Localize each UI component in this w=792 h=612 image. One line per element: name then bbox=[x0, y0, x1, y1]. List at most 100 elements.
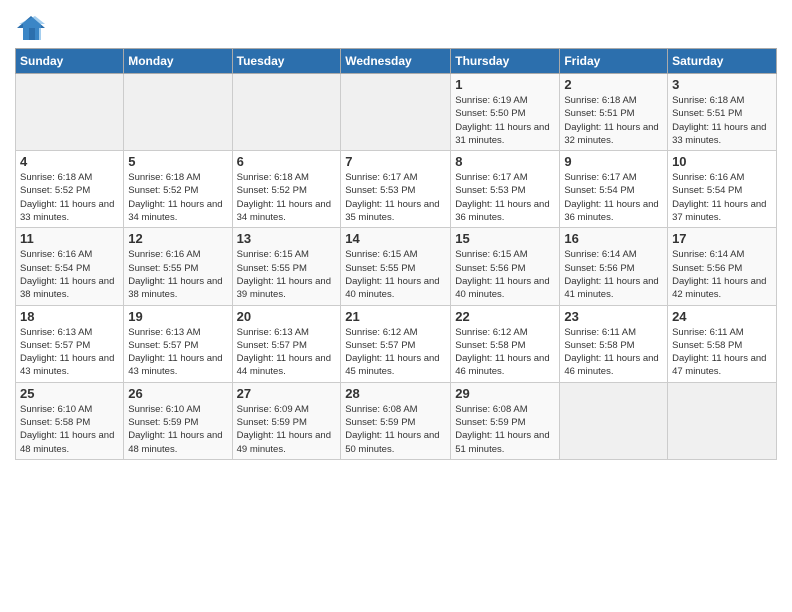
day-cell: 3 Sunrise: 6:18 AM Sunset: 5:51 PM Daylig… bbox=[668, 74, 777, 151]
day-number: 20 bbox=[237, 309, 337, 324]
week-row-1: 1 Sunrise: 6:19 AM Sunset: 5:50 PM Daylig… bbox=[16, 74, 777, 151]
day-info: Sunrise: 6:17 AM Sunset: 5:54 PM Dayligh… bbox=[564, 171, 663, 224]
day-info: Sunrise: 6:14 AM Sunset: 5:56 PM Dayligh… bbox=[564, 248, 663, 301]
day-cell: 9 Sunrise: 6:17 AM Sunset: 5:54 PM Daylig… bbox=[560, 151, 668, 228]
day-header-wednesday: Wednesday bbox=[341, 49, 451, 74]
day-header-friday: Friday bbox=[560, 49, 668, 74]
day-info: Sunrise: 6:16 AM Sunset: 5:54 PM Dayligh… bbox=[672, 171, 772, 224]
day-info: Sunrise: 6:16 AM Sunset: 5:55 PM Dayligh… bbox=[128, 248, 227, 301]
day-number: 8 bbox=[455, 154, 555, 169]
day-info: Sunrise: 6:09 AM Sunset: 5:59 PM Dayligh… bbox=[237, 403, 337, 456]
day-number: 4 bbox=[20, 154, 119, 169]
day-info: Sunrise: 6:11 AM Sunset: 5:58 PM Dayligh… bbox=[564, 326, 663, 379]
day-number: 17 bbox=[672, 231, 772, 246]
week-row-2: 4 Sunrise: 6:18 AM Sunset: 5:52 PM Daylig… bbox=[16, 151, 777, 228]
day-number: 24 bbox=[672, 309, 772, 324]
day-number: 19 bbox=[128, 309, 227, 324]
day-cell: 12 Sunrise: 6:16 AM Sunset: 5:55 PM Dayli… bbox=[124, 228, 232, 305]
day-cell: 2 Sunrise: 6:18 AM Sunset: 5:51 PM Daylig… bbox=[560, 74, 668, 151]
day-cell: 22 Sunrise: 6:12 AM Sunset: 5:58 PM Dayli… bbox=[451, 305, 560, 382]
day-cell: 10 Sunrise: 6:16 AM Sunset: 5:54 PM Dayli… bbox=[668, 151, 777, 228]
day-info: Sunrise: 6:15 AM Sunset: 5:55 PM Dayligh… bbox=[237, 248, 337, 301]
day-info: Sunrise: 6:18 AM Sunset: 5:51 PM Dayligh… bbox=[564, 94, 663, 147]
day-info: Sunrise: 6:10 AM Sunset: 5:59 PM Dayligh… bbox=[128, 403, 227, 456]
day-cell: 6 Sunrise: 6:18 AM Sunset: 5:52 PM Daylig… bbox=[232, 151, 341, 228]
day-cell: 25 Sunrise: 6:10 AM Sunset: 5:58 PM Dayli… bbox=[16, 382, 124, 459]
day-info: Sunrise: 6:10 AM Sunset: 5:58 PM Dayligh… bbox=[20, 403, 119, 456]
day-info: Sunrise: 6:11 AM Sunset: 5:58 PM Dayligh… bbox=[672, 326, 772, 379]
day-header-thursday: Thursday bbox=[451, 49, 560, 74]
day-number: 16 bbox=[564, 231, 663, 246]
day-number: 18 bbox=[20, 309, 119, 324]
day-info: Sunrise: 6:17 AM Sunset: 5:53 PM Dayligh… bbox=[345, 171, 446, 224]
day-cell: 28 Sunrise: 6:08 AM Sunset: 5:59 PM Dayli… bbox=[341, 382, 451, 459]
day-cell: 15 Sunrise: 6:15 AM Sunset: 5:56 PM Dayli… bbox=[451, 228, 560, 305]
day-cell bbox=[560, 382, 668, 459]
day-info: Sunrise: 6:18 AM Sunset: 5:52 PM Dayligh… bbox=[237, 171, 337, 224]
day-info: Sunrise: 6:12 AM Sunset: 5:58 PM Dayligh… bbox=[455, 326, 555, 379]
day-info: Sunrise: 6:08 AM Sunset: 5:59 PM Dayligh… bbox=[455, 403, 555, 456]
day-number: 28 bbox=[345, 386, 446, 401]
day-number: 22 bbox=[455, 309, 555, 324]
day-cell: 29Sunrise: 6:08 AM Sunset: 5:59 PM Dayli… bbox=[451, 382, 560, 459]
day-number: 21 bbox=[345, 309, 446, 324]
day-cell: 8 Sunrise: 6:17 AM Sunset: 5:53 PM Daylig… bbox=[451, 151, 560, 228]
day-cell: 11 Sunrise: 6:16 AM Sunset: 5:54 PM Dayli… bbox=[16, 228, 124, 305]
day-header-tuesday: Tuesday bbox=[232, 49, 341, 74]
page-header bbox=[15, 10, 777, 42]
day-info: Sunrise: 6:18 AM Sunset: 5:52 PM Dayligh… bbox=[20, 171, 119, 224]
calendar-table: SundayMondayTuesdayWednesdayThursdayFrid… bbox=[15, 48, 777, 460]
day-cell: 21 Sunrise: 6:12 AM Sunset: 5:57 PM Dayli… bbox=[341, 305, 451, 382]
day-number: 23 bbox=[564, 309, 663, 324]
day-number: 27 bbox=[237, 386, 337, 401]
day-info: Sunrise: 6:18 AM Sunset: 5:51 PM Dayligh… bbox=[672, 94, 772, 147]
header-row: SundayMondayTuesdayWednesdayThursdayFrid… bbox=[16, 49, 777, 74]
day-cell: 26 Sunrise: 6:10 AM Sunset: 5:59 PM Dayli… bbox=[124, 382, 232, 459]
logo bbox=[15, 14, 51, 42]
day-number: 5 bbox=[128, 154, 227, 169]
day-number: 25 bbox=[20, 386, 119, 401]
day-info: Sunrise: 6:14 AM Sunset: 5:56 PM Dayligh… bbox=[672, 248, 772, 301]
day-cell: 17 Sunrise: 6:14 AM Sunset: 5:56 PM Dayli… bbox=[668, 228, 777, 305]
day-info: Sunrise: 6:08 AM Sunset: 5:59 PM Dayligh… bbox=[345, 403, 446, 456]
day-number: 9 bbox=[564, 154, 663, 169]
day-info: Sunrise: 6:18 AM Sunset: 5:52 PM Dayligh… bbox=[128, 171, 227, 224]
day-cell: 5 Sunrise: 6:18 AM Sunset: 5:52 PM Daylig… bbox=[124, 151, 232, 228]
week-row-4: 18 Sunrise: 6:13 AM Sunset: 5:57 PM Dayli… bbox=[16, 305, 777, 382]
day-info: Sunrise: 6:15 AM Sunset: 5:55 PM Dayligh… bbox=[345, 248, 446, 301]
day-number: 14 bbox=[345, 231, 446, 246]
day-cell: 27 Sunrise: 6:09 AM Sunset: 5:59 PM Dayli… bbox=[232, 382, 341, 459]
day-number: 7 bbox=[345, 154, 446, 169]
day-info: Sunrise: 6:15 AM Sunset: 5:56 PM Dayligh… bbox=[455, 248, 555, 301]
day-cell: 19Sunrise: 6:13 AM Sunset: 5:57 PM Dayli… bbox=[124, 305, 232, 382]
day-cell: 20Sunrise: 6:13 AM Sunset: 5:57 PM Dayli… bbox=[232, 305, 341, 382]
day-cell bbox=[668, 382, 777, 459]
day-cell: 16 Sunrise: 6:14 AM Sunset: 5:56 PM Dayli… bbox=[560, 228, 668, 305]
day-number: 15 bbox=[455, 231, 555, 246]
day-info: Sunrise: 6:13 AM Sunset: 5:57 PM Dayligh… bbox=[20, 326, 119, 379]
day-cell bbox=[16, 74, 124, 151]
day-number: 26 bbox=[128, 386, 227, 401]
day-info: Sunrise: 6:16 AM Sunset: 5:54 PM Dayligh… bbox=[20, 248, 119, 301]
day-header-sunday: Sunday bbox=[16, 49, 124, 74]
day-cell bbox=[124, 74, 232, 151]
day-info: Sunrise: 6:12 AM Sunset: 5:57 PM Dayligh… bbox=[345, 326, 446, 379]
day-number: 3 bbox=[672, 77, 772, 92]
day-number: 2 bbox=[564, 77, 663, 92]
day-cell: 13 Sunrise: 6:15 AM Sunset: 5:55 PM Dayli… bbox=[232, 228, 341, 305]
week-row-5: 25 Sunrise: 6:10 AM Sunset: 5:58 PM Dayli… bbox=[16, 382, 777, 459]
day-number: 10 bbox=[672, 154, 772, 169]
day-number: 11 bbox=[20, 231, 119, 246]
day-info: Sunrise: 6:17 AM Sunset: 5:53 PM Dayligh… bbox=[455, 171, 555, 224]
day-header-monday: Monday bbox=[124, 49, 232, 74]
day-cell bbox=[232, 74, 341, 151]
day-number: 6 bbox=[237, 154, 337, 169]
day-cell: 23 Sunrise: 6:11 AM Sunset: 5:58 PM Dayli… bbox=[560, 305, 668, 382]
day-info: Sunrise: 6:19 AM Sunset: 5:50 PM Dayligh… bbox=[455, 94, 555, 147]
week-row-3: 11 Sunrise: 6:16 AM Sunset: 5:54 PM Dayli… bbox=[16, 228, 777, 305]
day-number: 12 bbox=[128, 231, 227, 246]
day-cell: 24 Sunrise: 6:11 AM Sunset: 5:58 PM Dayli… bbox=[668, 305, 777, 382]
day-cell: 1 Sunrise: 6:19 AM Sunset: 5:50 PM Daylig… bbox=[451, 74, 560, 151]
day-number: 13 bbox=[237, 231, 337, 246]
day-number: 1 bbox=[455, 77, 555, 92]
